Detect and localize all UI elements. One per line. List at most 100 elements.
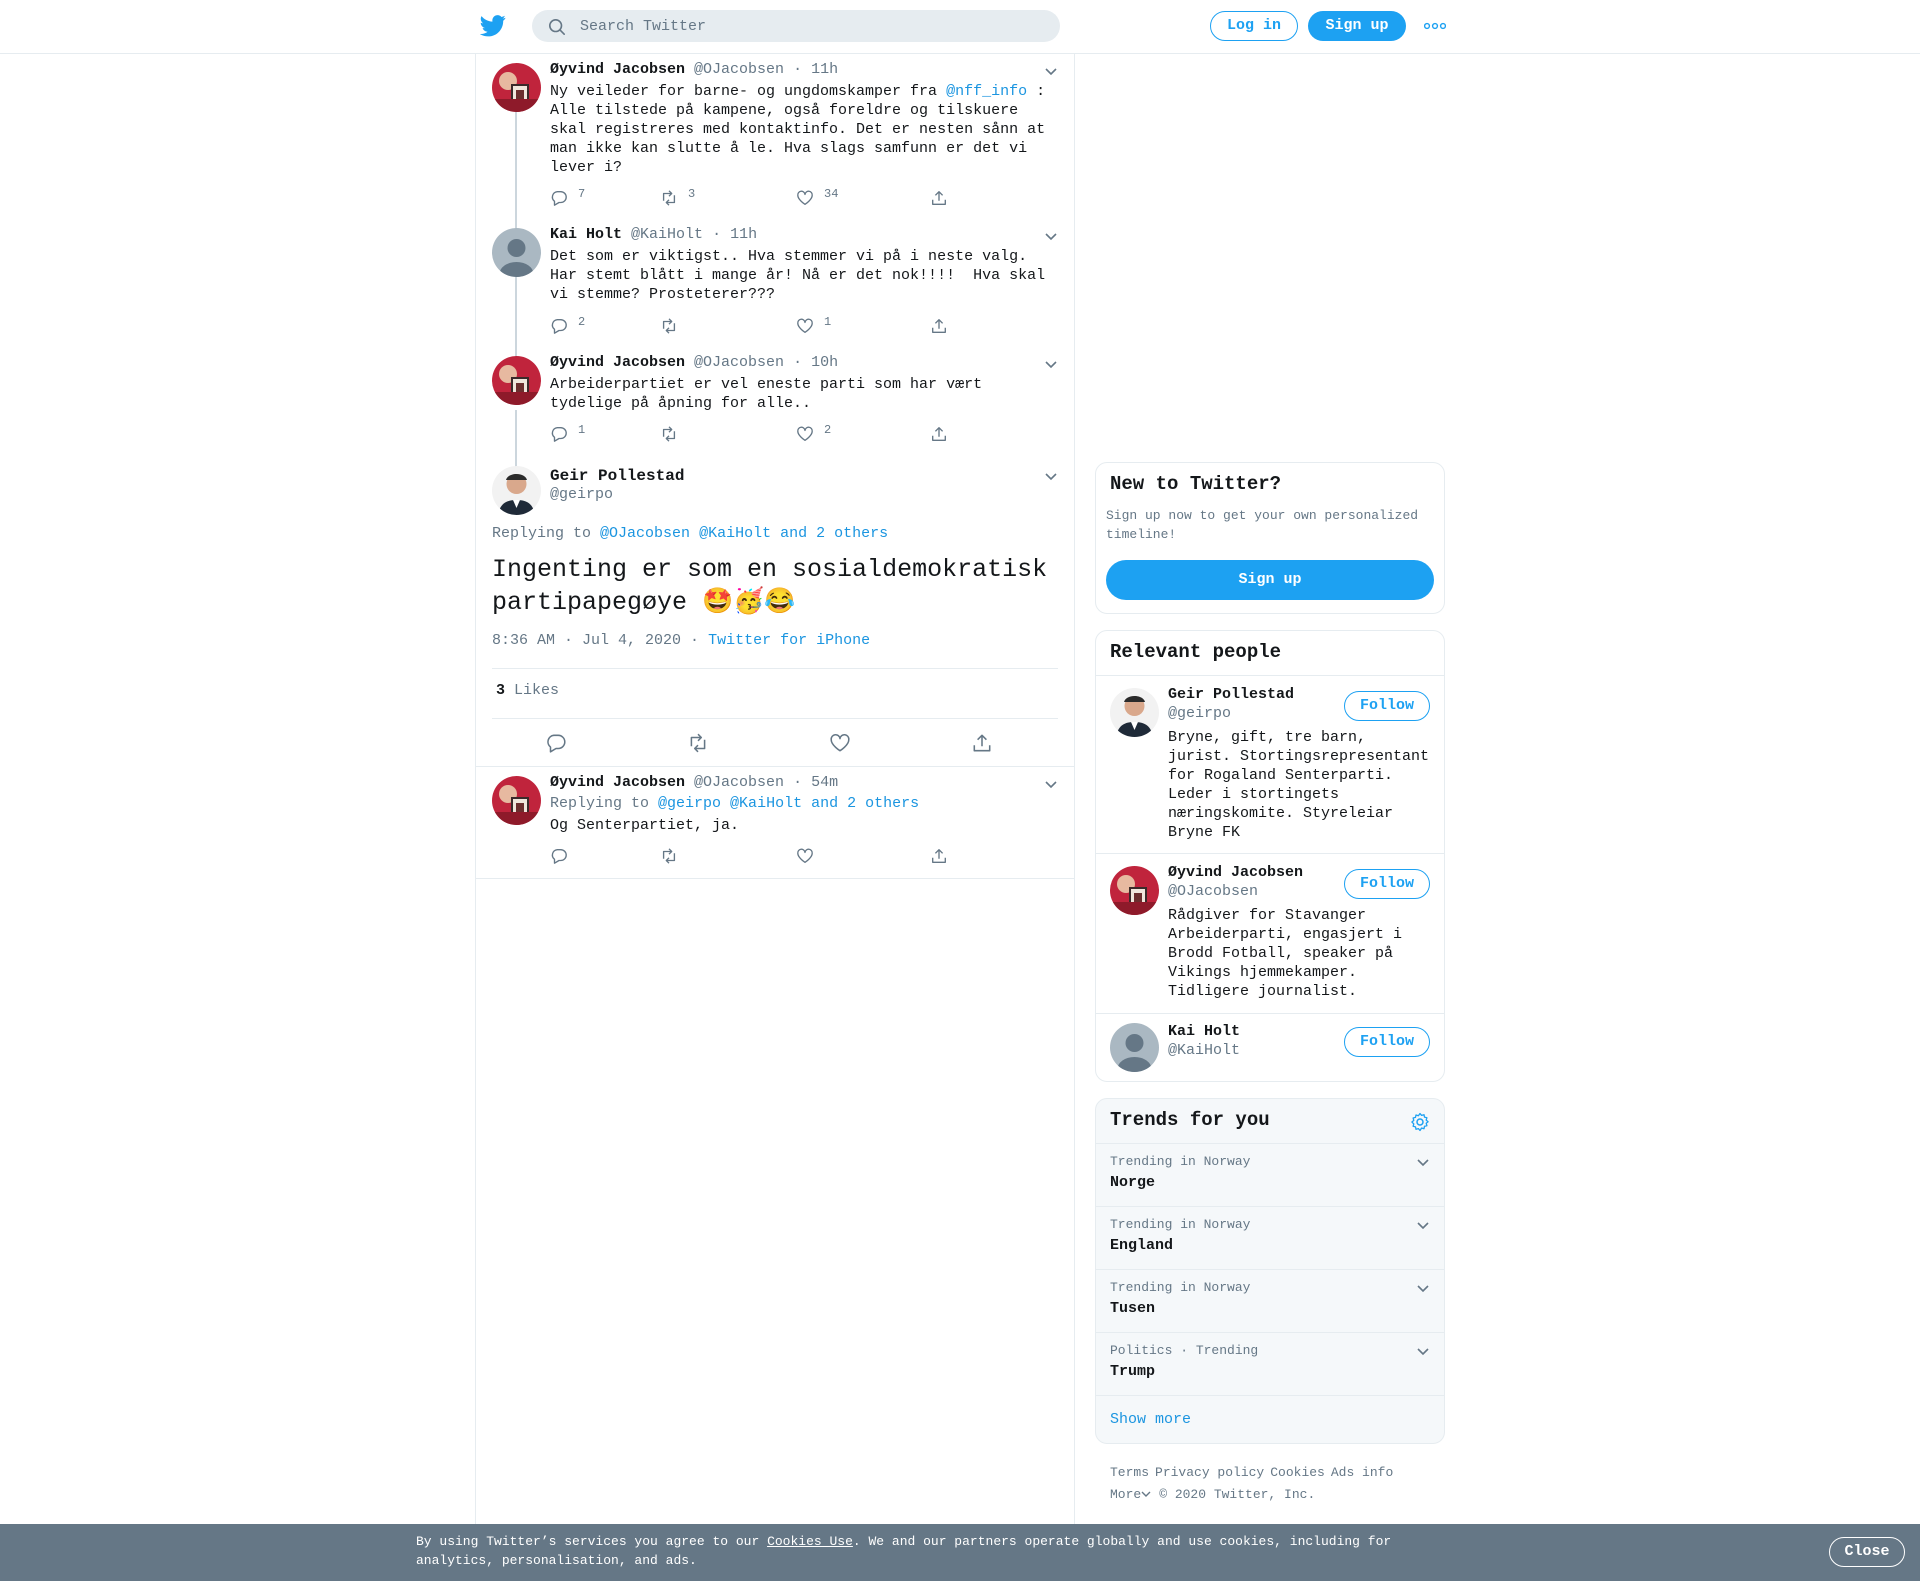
tweet-time[interactable]: · 10h: [793, 354, 838, 371]
reply-icon[interactable]: [545, 732, 567, 754]
person-handle[interactable]: @OJacobsen: [1168, 883, 1258, 900]
footer-link-terms[interactable]: Terms: [1110, 1465, 1149, 1480]
share-button[interactable]: [930, 425, 948, 445]
follow-button[interactable]: Follow: [1344, 1027, 1430, 1057]
chevron-down-icon[interactable]: [1044, 360, 1058, 370]
retweet-button[interactable]: [660, 317, 678, 337]
trend-item[interactable]: Trending in Norway Tusen: [1096, 1269, 1444, 1332]
tweet-timestamp[interactable]: 8:36 AM · Jul 4, 2020: [492, 632, 681, 649]
show-more-link[interactable]: Show more: [1110, 1411, 1191, 1428]
search-box[interactable]: [532, 10, 1060, 42]
replying-to-links[interactable]: @OJacobsen @KaiHolt and 2 others: [600, 525, 888, 542]
trend-name[interactable]: England: [1110, 1237, 1173, 1254]
avatar[interactable]: [1110, 1023, 1159, 1072]
author-name[interactable]: Øyvind Jacobsen: [550, 354, 685, 371]
retweet-button[interactable]: [660, 425, 678, 445]
share-button[interactable]: [930, 847, 948, 867]
person-item[interactable]: Øyvind Jacobsen @OJacobsen Follow Rådgiv…: [1096, 853, 1444, 1013]
tweet-time[interactable]: · 11h: [793, 61, 838, 78]
avatar[interactable]: [492, 356, 541, 405]
person-item[interactable]: Kai Holt @KaiHolt Follow: [1096, 1013, 1444, 1081]
author-handle[interactable]: @OJacobsen: [694, 61, 784, 78]
chevron-down-icon[interactable]: [1416, 1347, 1430, 1357]
trend-item[interactable]: Trending in Norway England: [1096, 1206, 1444, 1269]
trend-name[interactable]: Tusen: [1110, 1300, 1155, 1317]
footer-link-privacy[interactable]: Privacy policy: [1155, 1465, 1264, 1480]
person-handle[interactable]: @geirpo: [1168, 705, 1231, 722]
chevron-down-icon[interactable]: [1044, 67, 1058, 77]
author-name[interactable]: Kai Holt: [550, 226, 622, 243]
author-name[interactable]: Geir Pollestad: [550, 467, 684, 485]
footer-link-ads-info[interactable]: Ads info: [1331, 1465, 1393, 1480]
like-button[interactable]: [796, 847, 814, 867]
thread-tweet[interactable]: Øyvind Jacobsen @OJacobsen · 11h Ny veil…: [476, 54, 1074, 219]
author-name[interactable]: Øyvind Jacobsen: [550, 61, 685, 78]
like-button[interactable]: 2: [796, 423, 831, 445]
avatar[interactable]: [492, 776, 541, 825]
author-name[interactable]: Øyvind Jacobsen: [550, 774, 685, 791]
share-icon[interactable]: [971, 732, 993, 754]
trend-name[interactable]: Norge: [1110, 1174, 1155, 1191]
person-name[interactable]: Øyvind Jacobsen: [1168, 864, 1303, 881]
close-button[interactable]: Close: [1829, 1537, 1905, 1567]
author-handle[interactable]: @KaiHolt: [631, 226, 703, 243]
chevron-down-icon[interactable]: [1044, 780, 1058, 790]
reply-button[interactable]: [550, 847, 568, 867]
trend-name[interactable]: Trump: [1110, 1363, 1155, 1380]
tweet-time[interactable]: · 54m: [793, 774, 838, 791]
login-button[interactable]: Log in: [1210, 11, 1298, 41]
author-handle[interactable]: @OJacobsen: [694, 354, 784, 371]
tweet-time[interactable]: · 11h: [712, 226, 757, 243]
twitter-bird-icon[interactable]: [480, 14, 506, 38]
thread-tweet[interactable]: Øyvind Jacobsen @OJacobsen · 10h Arbeide…: [476, 347, 1074, 455]
footer-more-link[interactable]: More: [1110, 1487, 1159, 1502]
chevron-down-icon[interactable]: [1416, 1221, 1430, 1231]
trend-item[interactable]: Politics · Trending Trump: [1096, 1332, 1444, 1395]
person-handle[interactable]: @KaiHolt: [1168, 1042, 1240, 1059]
search-icon: [548, 18, 566, 36]
footer-link-cookies[interactable]: Cookies: [1270, 1465, 1325, 1480]
person-item[interactable]: Geir Pollestad @geirpo Follow Bryne, gif…: [1096, 675, 1444, 853]
reply-button[interactable]: 2: [550, 315, 585, 337]
reply-icon: [551, 427, 567, 442]
follow-button[interactable]: Follow: [1344, 691, 1430, 721]
avatar[interactable]: [492, 228, 541, 277]
share-button[interactable]: [930, 189, 948, 209]
author-handle[interactable]: @OJacobsen: [694, 774, 784, 791]
chevron-down-icon[interactable]: [1044, 232, 1058, 242]
author-handle[interactable]: @geirpo: [550, 486, 613, 503]
like-button[interactable]: 1: [796, 315, 831, 337]
like-button[interactable]: 34: [796, 187, 838, 209]
tweet-source-link[interactable]: Twitter for iPhone: [708, 632, 870, 649]
share-button[interactable]: [930, 317, 948, 337]
more-options-icon[interactable]: [1424, 20, 1446, 32]
gear-icon[interactable]: [1410, 1112, 1430, 1132]
person-name[interactable]: Geir Pollestad: [1168, 686, 1294, 703]
reply-button[interactable]: 7: [550, 187, 585, 209]
retweet-button[interactable]: [660, 847, 678, 867]
heart-icon[interactable]: [829, 732, 851, 754]
chevron-down-icon[interactable]: [1416, 1284, 1430, 1294]
retweet-icon[interactable]: [687, 732, 709, 754]
trend-item[interactable]: Trending in Norway Norge: [1096, 1143, 1444, 1206]
chevron-down-icon[interactable]: [1416, 1158, 1430, 1168]
cookies-use-link[interactable]: Cookies Use: [767, 1534, 853, 1549]
reply-tweet[interactable]: Øyvind Jacobsen @OJacobsen · 54m Replyin…: [476, 767, 1074, 879]
avatar[interactable]: [492, 466, 541, 515]
sidebar-signup-button[interactable]: Sign up: [1106, 560, 1434, 600]
thread-tweet[interactable]: Kai Holt @KaiHolt · 11h Det som er vikti…: [476, 219, 1074, 347]
signup-button[interactable]: Sign up: [1308, 11, 1406, 41]
avatar[interactable]: [1110, 866, 1159, 915]
follow-button[interactable]: Follow: [1344, 869, 1430, 899]
mention-link[interactable]: @nff_info: [946, 83, 1027, 100]
reply-button[interactable]: 1: [550, 423, 585, 445]
avatar[interactable]: [492, 63, 541, 112]
replying-prefix: Replying to: [550, 795, 650, 812]
replying-to-links[interactable]: @geirpo @KaiHolt and 2 others: [658, 795, 919, 812]
avatar[interactable]: [1110, 688, 1159, 737]
chevron-down-icon[interactable]: [1044, 472, 1058, 482]
likes-stat[interactable]: 3 Likes: [496, 682, 559, 699]
retweet-button[interactable]: 3: [660, 187, 695, 209]
person-name[interactable]: Kai Holt: [1168, 1023, 1240, 1040]
search-input[interactable]: [580, 10, 1040, 42]
